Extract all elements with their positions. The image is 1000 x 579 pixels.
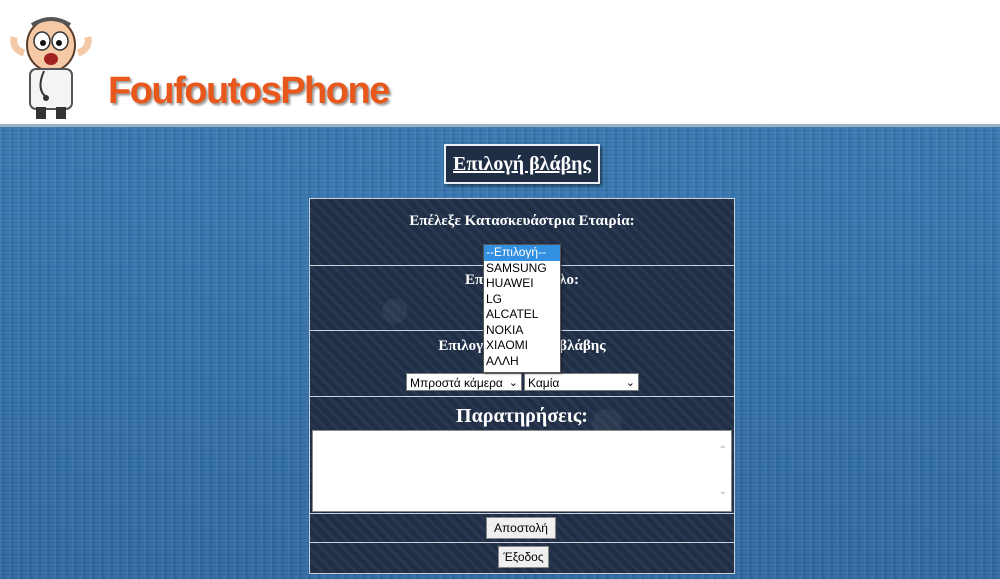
site-header: FoufoutosPhone — [0, 0, 1000, 127]
fault-select-value: Καμία — [528, 376, 560, 390]
doctor-mascot-icon — [10, 17, 92, 119]
model-label-right: λο: — [559, 272, 580, 288]
remarks-label: Παρατηρήσεις: — [456, 405, 588, 427]
submit-button[interactable]: Αποστολή — [486, 517, 556, 539]
scroll-down-icon[interactable]: ⌄ — [719, 486, 727, 497]
dropdown-option[interactable]: NOKIA — [484, 323, 560, 339]
chevron-down-icon: ⌄ — [508, 377, 518, 389]
brand-logo-text: FoufoutosPhone — [108, 70, 390, 112]
exit-button[interactable]: Έξοδος — [498, 546, 549, 568]
exit-section: Έξοδος — [310, 543, 734, 572]
page-title: Επιλογή βλάβης — [444, 144, 600, 184]
dropdown-option[interactable]: LG — [484, 292, 560, 308]
fault-label-right: βλάβης — [559, 338, 606, 354]
dropdown-option[interactable]: HUAWEI — [484, 276, 560, 292]
chevron-down-icon: ⌄ — [625, 377, 635, 389]
fault-select[interactable]: Καμία ⌄ — [524, 373, 639, 391]
fault-label-left: Επιλογ — [438, 338, 484, 354]
submit-section: Αποστολή — [310, 514, 734, 543]
dropdown-option[interactable]: ALCATEL — [484, 307, 560, 323]
component-select[interactable]: Μπροστά κάμερα ⌄ — [406, 373, 522, 391]
model-label-left: Επ — [464, 272, 484, 288]
dropdown-option[interactable]: XIAOMI — [484, 338, 560, 354]
dropdown-option[interactable]: ΑΛΛΗ — [484, 354, 560, 370]
component-select-value: Μπροστά κάμερα — [410, 376, 503, 390]
manufacturer-label: Επέλεξε Κατασκευάστρια Εταιρία: — [409, 213, 635, 229]
dropdown-option[interactable]: SAMSUNG — [484, 261, 560, 277]
remarks-textarea[interactable]: ⌃ ⌄ — [312, 430, 732, 512]
scroll-up-icon[interactable]: ⌃ — [719, 445, 727, 456]
manufacturer-dropdown-list[interactable]: --Επιλογή-- SAMSUNG HUAWEI LG ALCATEL NO… — [483, 244, 561, 373]
dropdown-option[interactable]: --Επιλογή-- — [484, 245, 560, 261]
